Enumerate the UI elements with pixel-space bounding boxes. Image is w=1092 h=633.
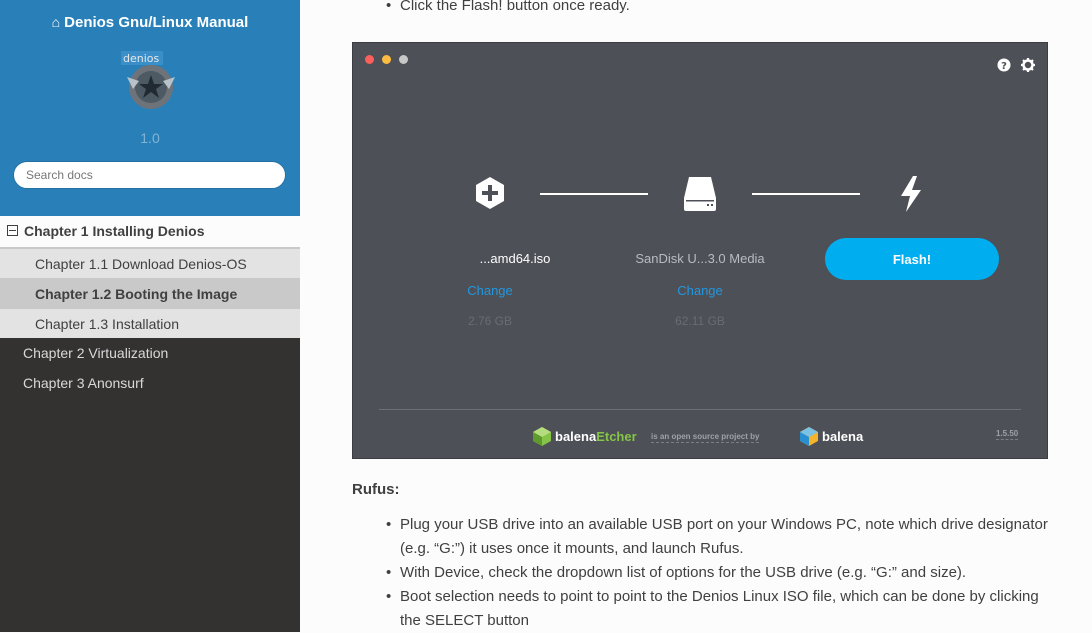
list-item: With Device, check the dropdown list of … xyxy=(300,561,1092,585)
lightning-icon xyxy=(901,176,921,212)
footer-tagline: is an open source project by xyxy=(651,432,760,443)
step-connector xyxy=(540,193,648,195)
docs-version: 1.0 xyxy=(140,130,160,146)
sidebar-item-chapter-1[interactable]: Chapter 1 Installing Denios xyxy=(0,216,300,248)
etcher-window-image: ? ...amd64.iso Change 2.76 GB SanDisk U.… xyxy=(352,42,1048,459)
sidebar-nav: Chapter 1 Installing Denios Chapter 1.1 … xyxy=(0,216,300,398)
balena-etcher-logo-icon xyxy=(533,427,551,446)
list-item: Plug your USB drive into an available US… xyxy=(300,513,1092,561)
list-item: Click the Flash! button once ready. xyxy=(300,0,1092,18)
balena-logo-icon xyxy=(800,427,818,446)
home-icon: ⌂ xyxy=(51,14,61,30)
minimize-dot-icon xyxy=(382,55,391,64)
search-input[interactable] xyxy=(13,161,286,189)
sidebar-item-chapter-1-3[interactable]: Chapter 1.3 Installation xyxy=(0,308,300,338)
drive-change-link[interactable]: Change xyxy=(615,283,785,298)
gear-icon xyxy=(1021,58,1035,72)
maximize-dot-icon xyxy=(399,55,408,64)
balena-etcher-brand[interactable]: balenaEtcher xyxy=(555,429,637,444)
list-item: Boot selection needs to point to point t… xyxy=(300,585,1092,633)
help-icon: ? xyxy=(997,58,1011,72)
project-title-link[interactable]: ⌂ Denios Gnu/Linux Manual xyxy=(0,12,300,33)
svg-text:?: ? xyxy=(1001,61,1007,72)
drive-name: SanDisk U...3.0 Media xyxy=(635,251,765,266)
sidebar-item-chapter-1-2[interactable]: Chapter 1.2 Booting the Image xyxy=(0,278,300,308)
flash-button[interactable]: Flash! xyxy=(825,238,999,280)
etcher-version: 1.5.50 xyxy=(996,429,1019,440)
project-title: Denios Gnu/Linux Manual xyxy=(64,14,249,31)
collapse-icon[interactable] xyxy=(7,225,18,236)
close-dot-icon xyxy=(365,55,374,64)
sidebar: ⌂Denios Gnu/Linux Manual denios 1.0 Chap… xyxy=(0,0,300,632)
image-size: 2.76 GB xyxy=(467,314,513,328)
sidebar-header: ⌂ Denios Gnu/Linux Manual denios 1.0 xyxy=(0,0,300,216)
brand-suffix: Etcher xyxy=(596,429,637,444)
sidebar-item-chapter-1-1[interactable]: Chapter 1.1 Download Denios-OS xyxy=(0,248,300,278)
etcher-footer: balenaEtcher is an open source project b… xyxy=(353,427,1047,447)
image-name: ...amd64.iso xyxy=(479,251,551,266)
sidebar-item-chapter-3[interactable]: Chapter 3 Anonsurf xyxy=(0,368,300,398)
rufus-instruction-list: Plug your USB drive into an available US… xyxy=(300,513,1092,633)
balena-brand[interactable]: balena xyxy=(822,429,863,444)
denios-logo[interactable]: denios xyxy=(121,51,181,111)
main-content: Click the Flash! button once ready. ? xyxy=(300,0,1092,632)
step-connector xyxy=(752,193,860,195)
brand-prefix: balena xyxy=(555,429,597,444)
plus-hexagon-icon xyxy=(476,177,504,209)
drive-size: 62.11 GB xyxy=(675,314,725,328)
sidebar-item-chapter-2[interactable]: Chapter 2 Virtualization xyxy=(0,338,300,368)
drive-icon xyxy=(684,177,716,211)
image-change-link[interactable]: Change xyxy=(405,283,575,298)
svg-text:denios: denios xyxy=(123,52,160,65)
footer-divider xyxy=(379,409,1021,410)
rufus-heading: Rufus: xyxy=(352,481,400,498)
sidebar-item-label: Chapter 1 Installing Denios xyxy=(24,223,205,239)
instruction-list: Click the Flash! button once ready. xyxy=(300,0,1092,18)
